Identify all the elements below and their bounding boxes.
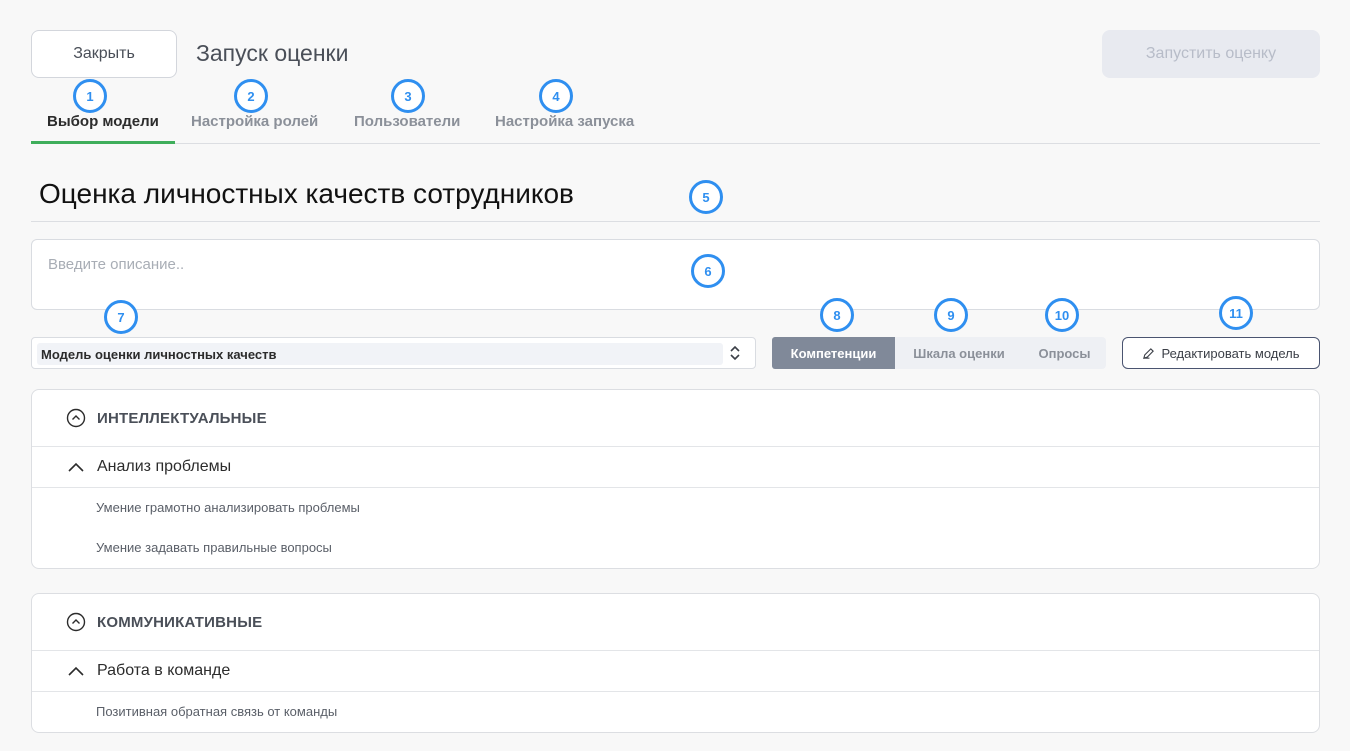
select-updown-icon bbox=[730, 345, 740, 361]
tabs-divider bbox=[31, 143, 1320, 144]
category-card: КОММУНИКАТИВНЫЕ Работа в команде Позитив… bbox=[31, 593, 1320, 733]
category-card: ИНТЕЛЛЕКТУАЛЬНЫЕ Анализ проблемы Умение … bbox=[31, 389, 1320, 569]
step-marker: 11 bbox=[1219, 296, 1253, 330]
competency-name: Анализ проблемы bbox=[97, 458, 232, 475]
model-title[interactable]: Оценка личностных качеств сотрудников bbox=[39, 178, 574, 210]
chevron-up-icon[interactable] bbox=[68, 666, 84, 676]
edit-model-label: Редактировать модель bbox=[1161, 345, 1300, 361]
category-name: ИНТЕЛЛЕКТУАЛЬНЫЕ bbox=[97, 409, 267, 427]
step-marker: 9 bbox=[934, 298, 968, 332]
tab-roles-setup[interactable]: Настройка ролей bbox=[191, 113, 318, 130]
launch-evaluation-button[interactable]: Запустить оценку bbox=[1102, 30, 1320, 78]
step-marker: 4 bbox=[539, 79, 573, 113]
indicator-list: Позитивная обратная связь от команды bbox=[32, 692, 1319, 732]
category-header[interactable]: ИНТЕЛЛЕКТУАЛЬНЫЕ bbox=[32, 390, 1319, 447]
competency-header[interactable]: Анализ проблемы bbox=[32, 447, 1319, 488]
page-title: Запуск оценки bbox=[196, 40, 349, 66]
category-name: КОММУНИКАТИВНЫЕ bbox=[97, 613, 263, 631]
competency-header[interactable]: Работа в команде bbox=[32, 651, 1319, 692]
tab-users[interactable]: Пользователи bbox=[354, 113, 460, 130]
active-tab-indicator bbox=[31, 141, 175, 144]
model-select[interactable]: Модель оценки личностных качеств bbox=[31, 337, 756, 369]
edit-model-button[interactable]: Редактировать модель bbox=[1122, 337, 1320, 369]
step-marker: 6 bbox=[691, 254, 725, 288]
collapse-circle-icon[interactable] bbox=[66, 612, 86, 632]
step-marker: 7 bbox=[104, 300, 138, 334]
list-item: Умение задавать правильные вопросы bbox=[96, 540, 332, 555]
step-marker: 1 bbox=[73, 79, 107, 113]
segment-surveys[interactable]: Опросы bbox=[1023, 337, 1106, 369]
segment-rating-scale[interactable]: Шкала оценки bbox=[895, 337, 1023, 369]
list-item: Позитивная обратная связь от команды bbox=[96, 704, 338, 719]
step-marker: 10 bbox=[1045, 298, 1079, 332]
segment-competencies[interactable]: Компетенции bbox=[772, 337, 895, 369]
pencil-icon bbox=[1143, 347, 1155, 359]
step-marker: 8 bbox=[820, 298, 854, 332]
model-select-value: Модель оценки личностных качеств bbox=[37, 343, 723, 365]
category-header[interactable]: КОММУНИКАТИВНЫЕ bbox=[32, 594, 1319, 651]
list-item: Умение грамотно анализировать проблемы bbox=[96, 500, 360, 515]
title-divider bbox=[31, 221, 1320, 222]
step-marker: 2 bbox=[234, 79, 268, 113]
description-input[interactable]: Введите описание.. bbox=[31, 239, 1320, 310]
step-marker: 3 bbox=[391, 79, 425, 113]
tab-model-selection[interactable]: Выбор модели bbox=[47, 113, 159, 130]
tab-launch-setup[interactable]: Настройка запуска bbox=[495, 113, 634, 130]
collapse-circle-icon[interactable] bbox=[66, 408, 86, 428]
chevron-up-icon[interactable] bbox=[68, 462, 84, 472]
step-marker: 5 bbox=[689, 180, 723, 214]
view-switch: Компетенции Шкала оценки Опросы bbox=[772, 337, 1106, 369]
indicator-list: Умение грамотно анализировать проблемы У… bbox=[32, 488, 1319, 568]
close-button[interactable]: Закрыть bbox=[31, 30, 177, 78]
competency-name: Работа в команде bbox=[97, 662, 231, 679]
